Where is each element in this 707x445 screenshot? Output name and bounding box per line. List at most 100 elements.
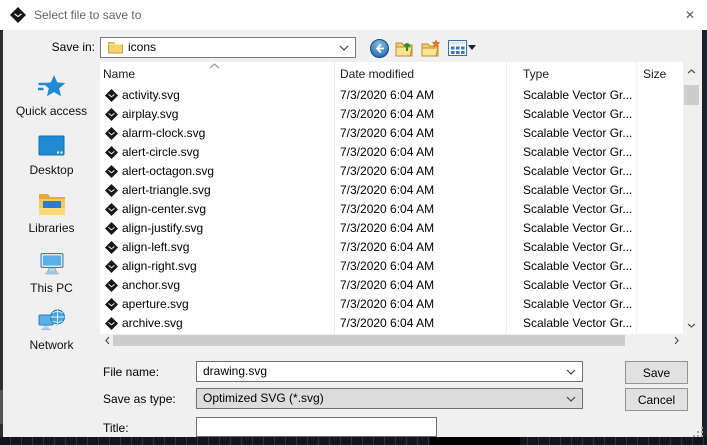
back-button[interactable] bbox=[368, 37, 390, 59]
up-one-level-button[interactable] bbox=[394, 37, 416, 59]
file-type: Scalable Vector Gr... bbox=[523, 238, 632, 257]
file-name: activity.svg bbox=[122, 86, 180, 105]
sidebar-item-label: Desktop bbox=[3, 163, 100, 177]
file-type: Scalable Vector Gr... bbox=[523, 200, 632, 219]
table-row[interactable]: align-left.svg 7/3/2020 6:04 AM Scalable… bbox=[100, 238, 683, 257]
table-row[interactable]: anchor.svg 7/3/2020 6:04 AM Scalable Vec… bbox=[100, 276, 683, 295]
inkscape-logo-icon bbox=[10, 7, 26, 23]
save-button-label: Save bbox=[643, 366, 670, 380]
file-date: 7/3/2020 6:04 AM bbox=[340, 181, 434, 200]
svg-file-icon bbox=[105, 317, 118, 330]
save-as-type-dropdown[interactable]: Optimized SVG (*.svg) bbox=[196, 388, 583, 409]
file-name: alert-triangle.svg bbox=[122, 181, 211, 200]
sidebar-item-label: Network bbox=[3, 338, 100, 352]
save-button[interactable]: Save bbox=[625, 361, 688, 384]
save-as-type-value: Optimized SVG (*.svg) bbox=[203, 389, 324, 408]
create-new-folder-icon bbox=[421, 39, 441, 58]
places-sidebar: Quick access Desktop Libraries bbox=[3, 60, 100, 360]
svg-file-icon bbox=[105, 279, 118, 292]
save-in-label: Save in: bbox=[30, 40, 95, 54]
table-row[interactable]: align-justify.svg 7/3/2020 6:04 AM Scala… bbox=[100, 219, 683, 238]
libraries-icon bbox=[38, 192, 66, 216]
table-row[interactable]: aperture.svg 7/3/2020 6:04 AM Scalable V… bbox=[100, 295, 683, 314]
chevron-down-icon bbox=[566, 369, 576, 375]
close-button[interactable]: ✕ bbox=[673, 0, 707, 30]
column-header-date-modified[interactable]: Date modified bbox=[340, 62, 414, 86]
scroll-right-arrow-icon[interactable] bbox=[669, 334, 683, 347]
table-row[interactable]: alarm-clock.svg 7/3/2020 6:04 AM Scalabl… bbox=[100, 124, 683, 143]
desktop-icon bbox=[38, 135, 65, 157]
column-header-type[interactable]: Type bbox=[523, 62, 549, 86]
file-name-value: drawing.svg bbox=[203, 362, 267, 381]
file-name: alarm-clock.svg bbox=[122, 124, 205, 143]
table-row[interactable]: airplay.svg 7/3/2020 6:04 AM Scalable Ve… bbox=[100, 105, 683, 124]
table-row[interactable]: align-center.svg 7/3/2020 6:04 AM Scalab… bbox=[100, 200, 683, 219]
title-bar: Select file to save to ✕ bbox=[0, 0, 707, 30]
sidebar-item-quick-access[interactable]: Quick access bbox=[3, 73, 100, 118]
table-row[interactable]: activity.svg 7/3/2020 6:04 AM Scalable V… bbox=[100, 86, 683, 105]
vertical-scroll-thumb[interactable] bbox=[684, 85, 699, 105]
network-icon bbox=[38, 308, 66, 334]
file-name: aperture.svg bbox=[122, 295, 189, 314]
table-row[interactable]: alert-triangle.svg 7/3/2020 6:04 AM Scal… bbox=[100, 181, 683, 200]
file-type: Scalable Vector Gr... bbox=[523, 219, 632, 238]
horizontal-scroll-thumb[interactable] bbox=[113, 335, 625, 346]
column-header-size[interactable]: Size bbox=[643, 62, 666, 86]
background-window-right-edge bbox=[702, 30, 707, 437]
file-type: Scalable Vector Gr... bbox=[523, 86, 632, 105]
close-icon: ✕ bbox=[685, 8, 695, 22]
view-menu-button[interactable] bbox=[446, 37, 468, 59]
cancel-button-label: Cancel bbox=[638, 393, 675, 407]
file-date: 7/3/2020 6:04 AM bbox=[340, 238, 434, 257]
svg-file-icon bbox=[105, 146, 118, 159]
table-row[interactable]: alert-octagon.svg 7/3/2020 6:04 AM Scala… bbox=[100, 162, 683, 181]
file-name: alert-octagon.svg bbox=[122, 162, 214, 181]
svg-file-icon bbox=[105, 241, 118, 254]
file-date: 7/3/2020 6:04 AM bbox=[340, 257, 434, 276]
scroll-down-arrow-icon[interactable] bbox=[683, 318, 700, 332]
file-name: align-right.svg bbox=[122, 257, 197, 276]
window-title: Select file to save to bbox=[34, 0, 141, 30]
sidebar-item-label: Libraries bbox=[3, 221, 100, 235]
file-date: 7/3/2020 6:04 AM bbox=[340, 86, 434, 105]
column-header-name[interactable]: Name bbox=[103, 62, 135, 86]
up-one-level-icon bbox=[395, 39, 415, 58]
resize-grip[interactable] bbox=[692, 426, 704, 438]
file-type: Scalable Vector Gr... bbox=[523, 105, 632, 124]
scroll-left-arrow-icon[interactable] bbox=[100, 334, 114, 347]
horizontal-scrollbar[interactable] bbox=[100, 334, 683, 347]
sidebar-item-libraries[interactable]: Libraries bbox=[3, 190, 100, 235]
vertical-scrollbar[interactable] bbox=[683, 62, 700, 334]
save-in-dropdown[interactable]: icons bbox=[100, 37, 356, 58]
file-name: airplay.svg bbox=[122, 105, 178, 124]
title-input[interactable] bbox=[196, 417, 437, 437]
sidebar-item-label: Quick access bbox=[3, 104, 100, 118]
file-date: 7/3/2020 6:04 AM bbox=[340, 124, 434, 143]
background-window-bottom-ruler bbox=[0, 437, 707, 445]
sidebar-item-desktop[interactable]: Desktop bbox=[3, 132, 100, 177]
file-name: archive.svg bbox=[122, 314, 183, 333]
folder-icon bbox=[108, 41, 123, 54]
svg-file-icon bbox=[105, 260, 118, 273]
this-pc-icon bbox=[38, 252, 66, 276]
sidebar-item-network[interactable]: Network bbox=[3, 307, 100, 352]
sidebar-item-label: This PC bbox=[3, 281, 100, 295]
sidebar-item-this-pc[interactable]: This PC bbox=[3, 250, 100, 295]
cancel-button[interactable]: Cancel bbox=[625, 388, 688, 411]
create-new-folder-button[interactable] bbox=[420, 37, 442, 59]
save-file-dialog: Select file to save to ✕ Save in: icons bbox=[0, 0, 707, 445]
view-menu-icon bbox=[448, 40, 467, 56]
table-row[interactable]: archive.svg 7/3/2020 6:04 AM Scalable Ve… bbox=[100, 314, 683, 333]
view-menu-caret-icon[interactable] bbox=[468, 45, 476, 50]
file-date: 7/3/2020 6:04 AM bbox=[340, 143, 434, 162]
scroll-up-arrow-icon[interactable] bbox=[683, 64, 700, 78]
file-date: 7/3/2020 6:04 AM bbox=[340, 200, 434, 219]
file-name-combobox[interactable]: drawing.svg bbox=[196, 361, 583, 382]
file-type: Scalable Vector Gr... bbox=[523, 124, 632, 143]
file-type: Scalable Vector Gr... bbox=[523, 276, 632, 295]
table-row[interactable]: alert-circle.svg 7/3/2020 6:04 AM Scalab… bbox=[100, 143, 683, 162]
title-field-label: Title: bbox=[103, 421, 193, 435]
table-row[interactable]: align-right.svg 7/3/2020 6:04 AM Scalabl… bbox=[100, 257, 683, 276]
svg-file-icon bbox=[105, 127, 118, 140]
svg-file-icon bbox=[105, 222, 118, 235]
